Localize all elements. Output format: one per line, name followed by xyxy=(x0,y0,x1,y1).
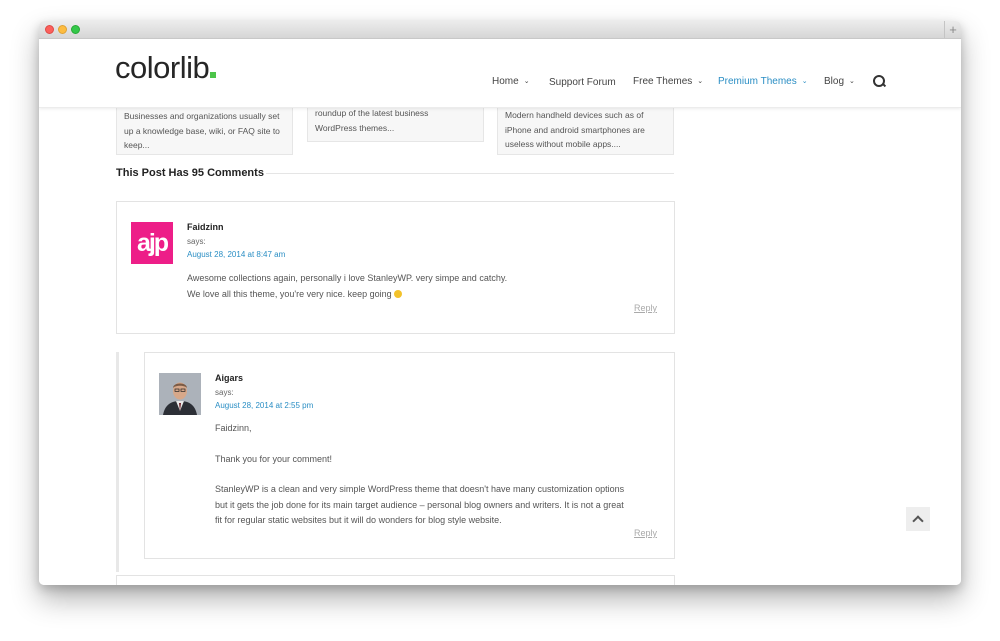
related-post-excerpt-line: Businesses and organizations usually set xyxy=(124,111,280,121)
reply-link[interactable]: Reply xyxy=(634,303,657,313)
chevron-down-icon: ⌄ xyxy=(849,78,855,85)
nav-item-label: Premium Themes xyxy=(718,76,797,87)
nav-item-premium-themes[interactable]: Premium Themes ⌄ xyxy=(718,76,808,87)
divider xyxy=(266,173,674,174)
related-post-excerpt-line: useless without mobile apps.... xyxy=(505,139,621,149)
comment-text-line: Thank you for your comment! xyxy=(215,453,333,464)
logo-text: colorlib xyxy=(115,50,210,85)
avatar: ajp xyxy=(131,222,173,264)
related-post-excerpt-line: Modern handheld devices such as of xyxy=(505,110,644,120)
comment-text-line: We love all this theme, you're very nice… xyxy=(187,287,507,303)
avatar-text: ajp xyxy=(136,228,169,257)
minimize-window-button[interactable] xyxy=(58,25,67,34)
nav-item-support-forum[interactable]: Support Forum xyxy=(549,77,616,88)
comment-text-line: but it gets the job done for its main ta… xyxy=(215,499,624,510)
scroll-to-top-button[interactable] xyxy=(906,507,930,531)
comment-date-link[interactable]: August 28, 2014 at 2:55 pm xyxy=(215,401,313,410)
chevron-down-icon: ⌄ xyxy=(801,78,808,85)
window-titlebar: + xyxy=(39,21,961,39)
related-post-excerpt-line: WordPress themes... xyxy=(315,122,395,133)
comment-text-line: Faidzinn, xyxy=(215,423,252,433)
reply-link[interactable]: Reply xyxy=(634,528,657,538)
logo-dot xyxy=(210,72,217,78)
comment-text: We love all this theme, you're very nice… xyxy=(187,288,392,299)
nav-item-free-themes[interactable]: Free Themes ⌄ xyxy=(633,76,703,87)
smiley-icon xyxy=(393,289,402,298)
nav-item-label: Home xyxy=(492,76,519,87)
nav-item-label: Free Themes xyxy=(633,76,693,87)
nav-item-blog[interactable]: Blog ⌄ xyxy=(824,76,855,87)
comment-date-link[interactable]: August 28, 2014 at 8:47 am xyxy=(187,250,285,259)
browser-window: + Businesses and organizations usually s… xyxy=(39,21,961,585)
comments-title: This Post Has 95 Comments xyxy=(116,167,264,179)
page-viewport: Businesses and organizations usually set… xyxy=(39,39,961,585)
comment-says: says: xyxy=(215,388,234,397)
comment-author[interactable]: Faidzinn xyxy=(187,222,224,232)
thread-indent-line xyxy=(116,352,119,572)
avatar-photo xyxy=(159,373,201,415)
chevron-down-icon: ⌄ xyxy=(697,78,704,85)
comment: ajp Faidzinn says: August 28, 2014 at 8:… xyxy=(116,201,675,334)
nav-item-label: Support Forum xyxy=(549,77,616,88)
comment-author[interactable]: Aigars xyxy=(215,373,243,383)
related-post-excerpt-line: iPhone and android smartphones are xyxy=(505,124,645,135)
related-post-excerpt-line: up a knowledge base, wiki, or FAQ site t… xyxy=(124,125,280,136)
new-tab-plus-icon[interactable]: + xyxy=(944,21,961,38)
avatar xyxy=(159,373,201,415)
nav-item-home[interactable]: Home ⌄ xyxy=(492,76,530,87)
comment-reply: Aigars says: August 28, 2014 at 2:55 pm … xyxy=(144,352,675,559)
site-header: colorlib Home ⌄ Support Forum Free Themes… xyxy=(39,39,961,108)
comment-body: Faidzinn, Thank you for your comment! St… xyxy=(215,421,624,529)
related-post-excerpt-line: keep... xyxy=(124,140,150,150)
maximize-window-button[interactable] xyxy=(71,25,80,34)
chevron-up-icon xyxy=(912,514,924,527)
chevron-down-icon: ⌄ xyxy=(523,78,530,85)
close-window-button[interactable] xyxy=(45,25,54,34)
site-logo[interactable]: colorlib xyxy=(115,50,217,86)
comment xyxy=(116,575,675,585)
comment-text-line: fit for regular static websites but it w… xyxy=(215,515,502,525)
comment-text-line: StanleyWP is a clean and very simple Wor… xyxy=(215,484,625,494)
nav-item-label: Blog xyxy=(824,76,845,87)
comment-body: Awesome collections again, personally i … xyxy=(187,271,507,302)
comment-text-line: Awesome collections again, personally i … xyxy=(187,273,508,283)
related-post-excerpt-line: roundup of the latest business xyxy=(315,108,429,118)
search-icon[interactable] xyxy=(873,75,885,87)
comment-says: says: xyxy=(187,237,206,246)
